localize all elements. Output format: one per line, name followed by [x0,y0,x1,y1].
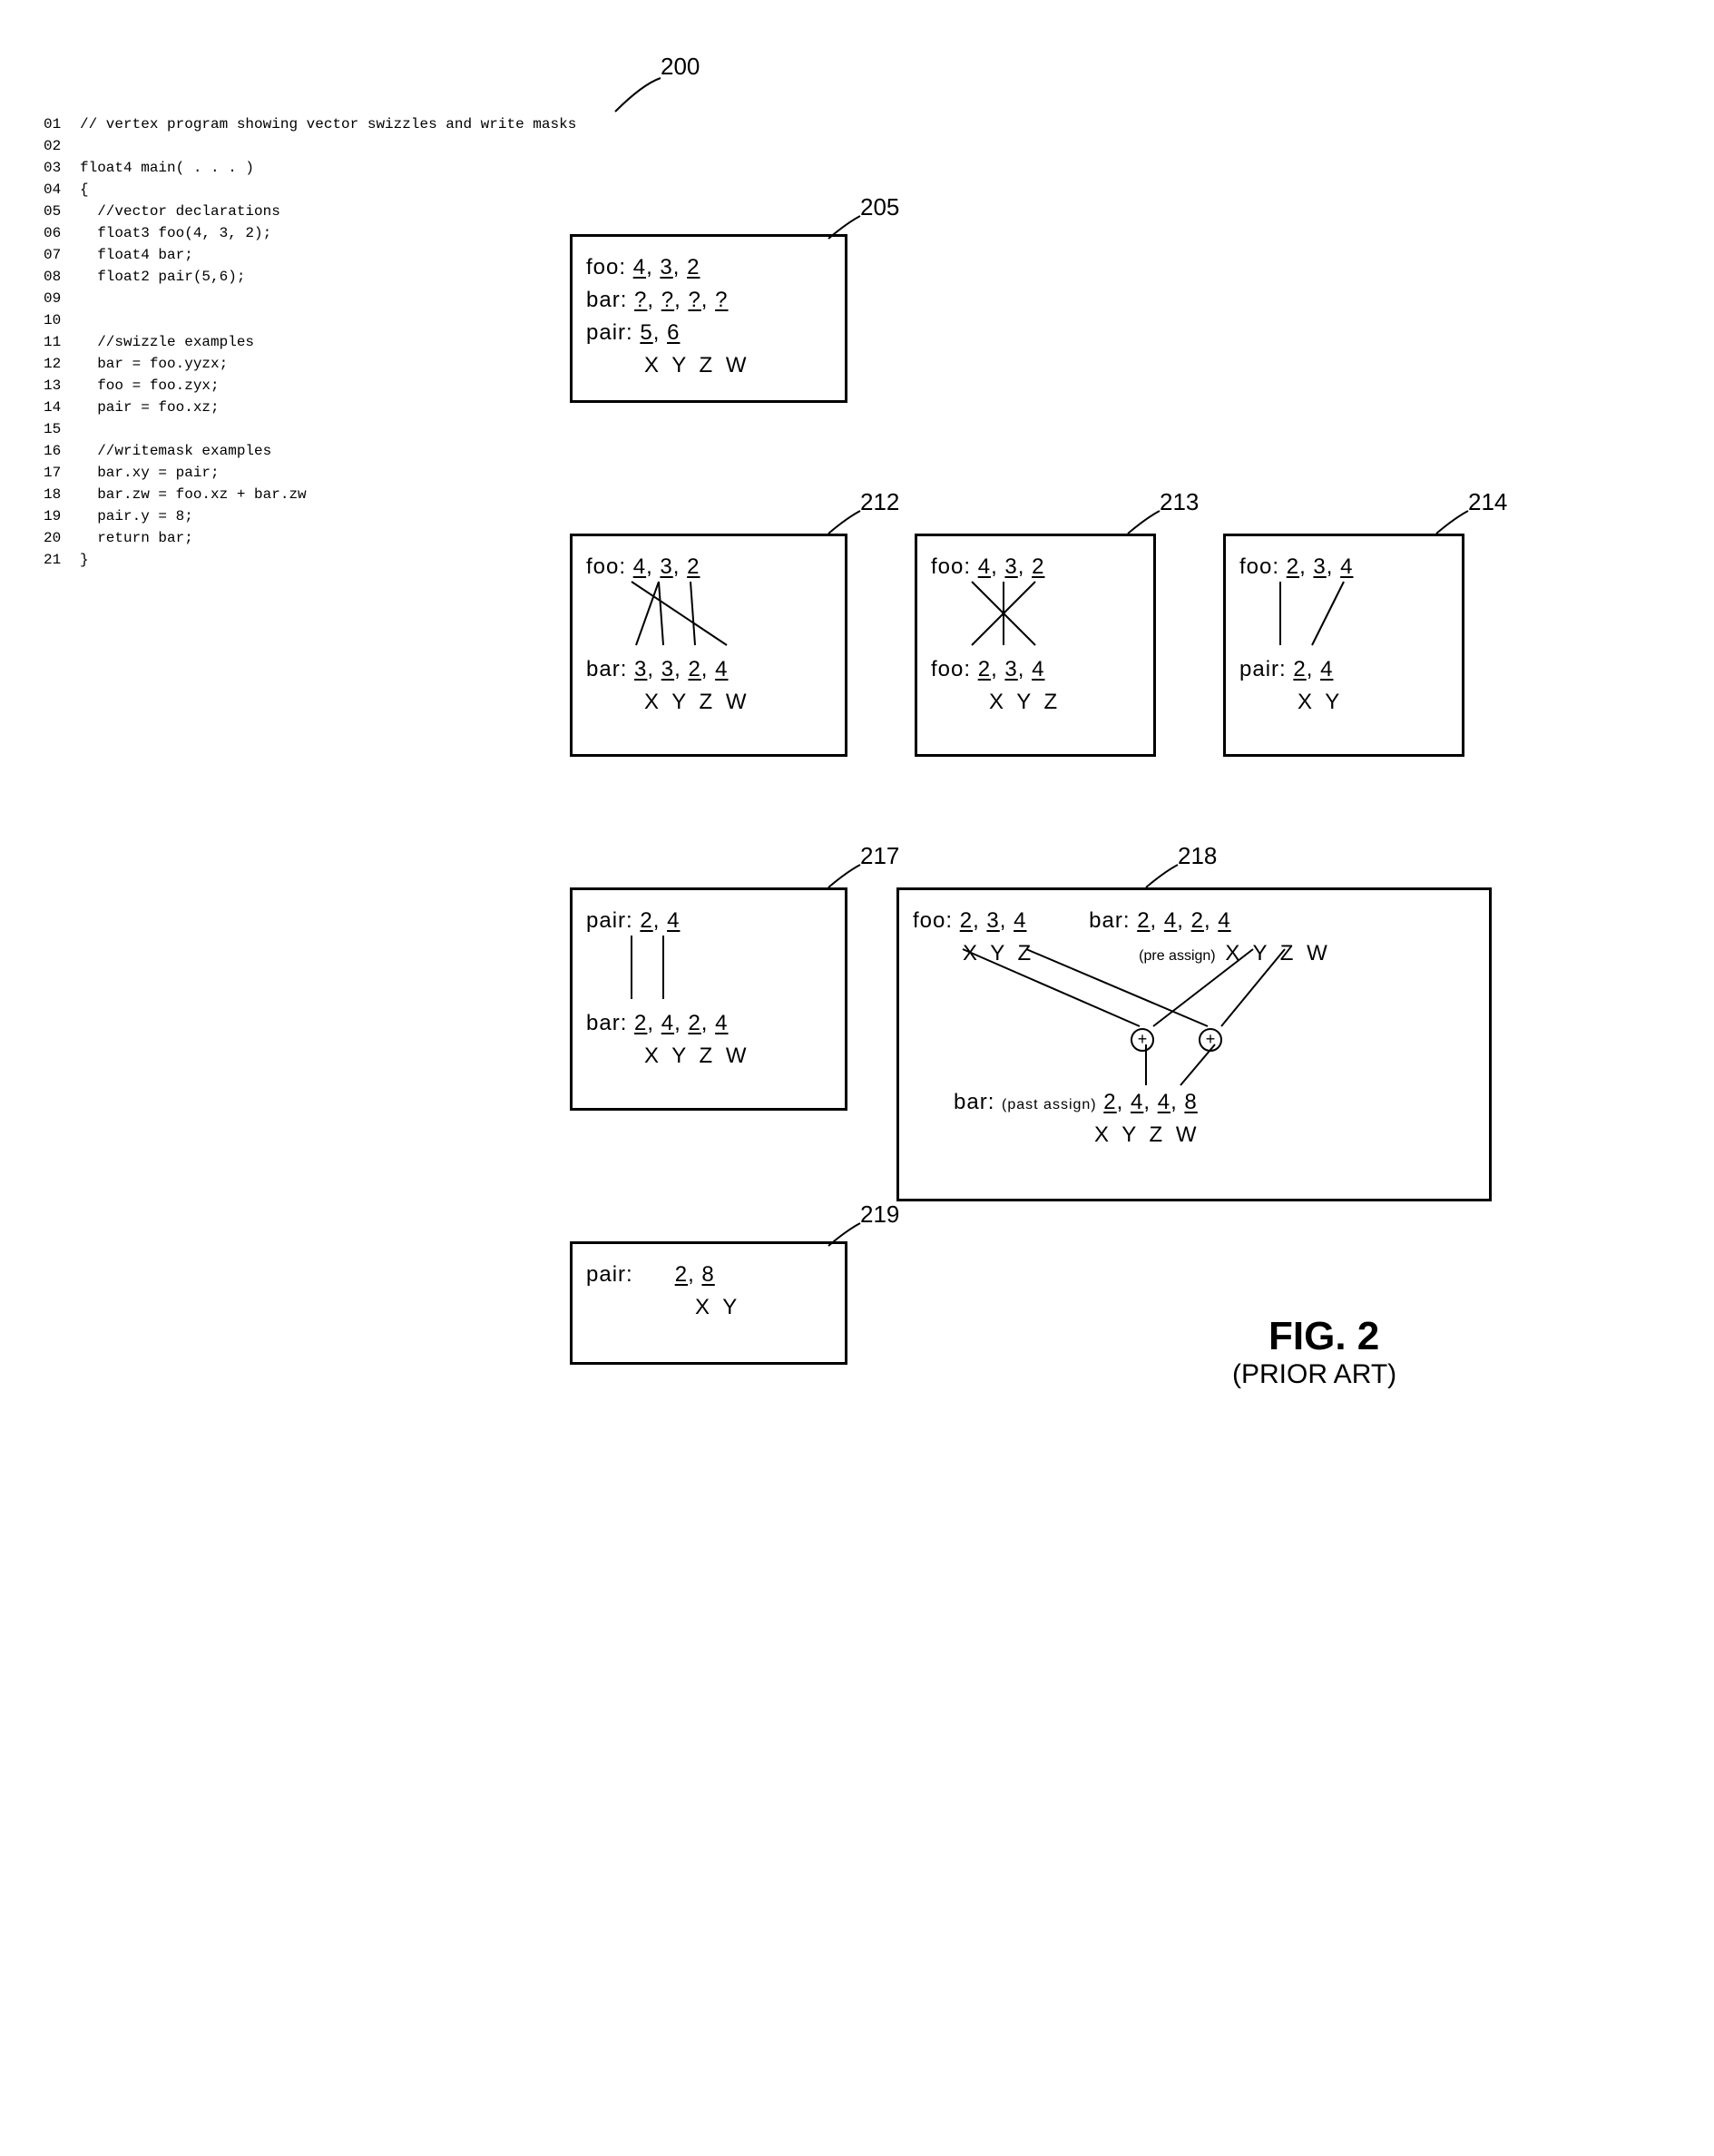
ref-205: 205 [860,193,899,221]
figure-container: 200 01// vertex program showing vector s… [44,44,1677,2040]
box-213: foo: 4, 3, 2 foo: 2, 3, 4 X Y Z [915,534,1156,757]
ref-218: 218 [1178,842,1217,870]
ref-219: 219 [860,1200,899,1229]
box-212: foo: 4, 3, 2 bar: 3, 3, 2, 4 X Y Z W [570,534,847,757]
box-218: foo: 2, 3, 4 X Y Z bar: 2, 4, 2, 4 (pre … [896,887,1492,1201]
code-listing: 01// vertex program showing vector swizz… [44,116,543,573]
ref-212: 212 [860,488,899,516]
ref-200: 200 [661,53,700,81]
figure-sublabel: (PRIOR ART) [1232,1359,1396,1390]
figure-label: FIG. 2 [1268,1314,1379,1359]
ref-213: 213 [1160,488,1199,516]
box-214: foo: 2, 3, 4 pair: 2, 4 X Y [1223,534,1464,757]
box-217: pair: 2, 4 bar: 2, 4, 2, 4 X Y Z W [570,887,847,1111]
box-219: pair: 2, 8 X Y [570,1241,847,1365]
ref-214: 214 [1468,488,1507,516]
ref-217: 217 [860,842,899,870]
box-205: foo: 4, 3, 2 bar: ?, ?, ?, ? pair: 5, 6 … [570,234,847,403]
